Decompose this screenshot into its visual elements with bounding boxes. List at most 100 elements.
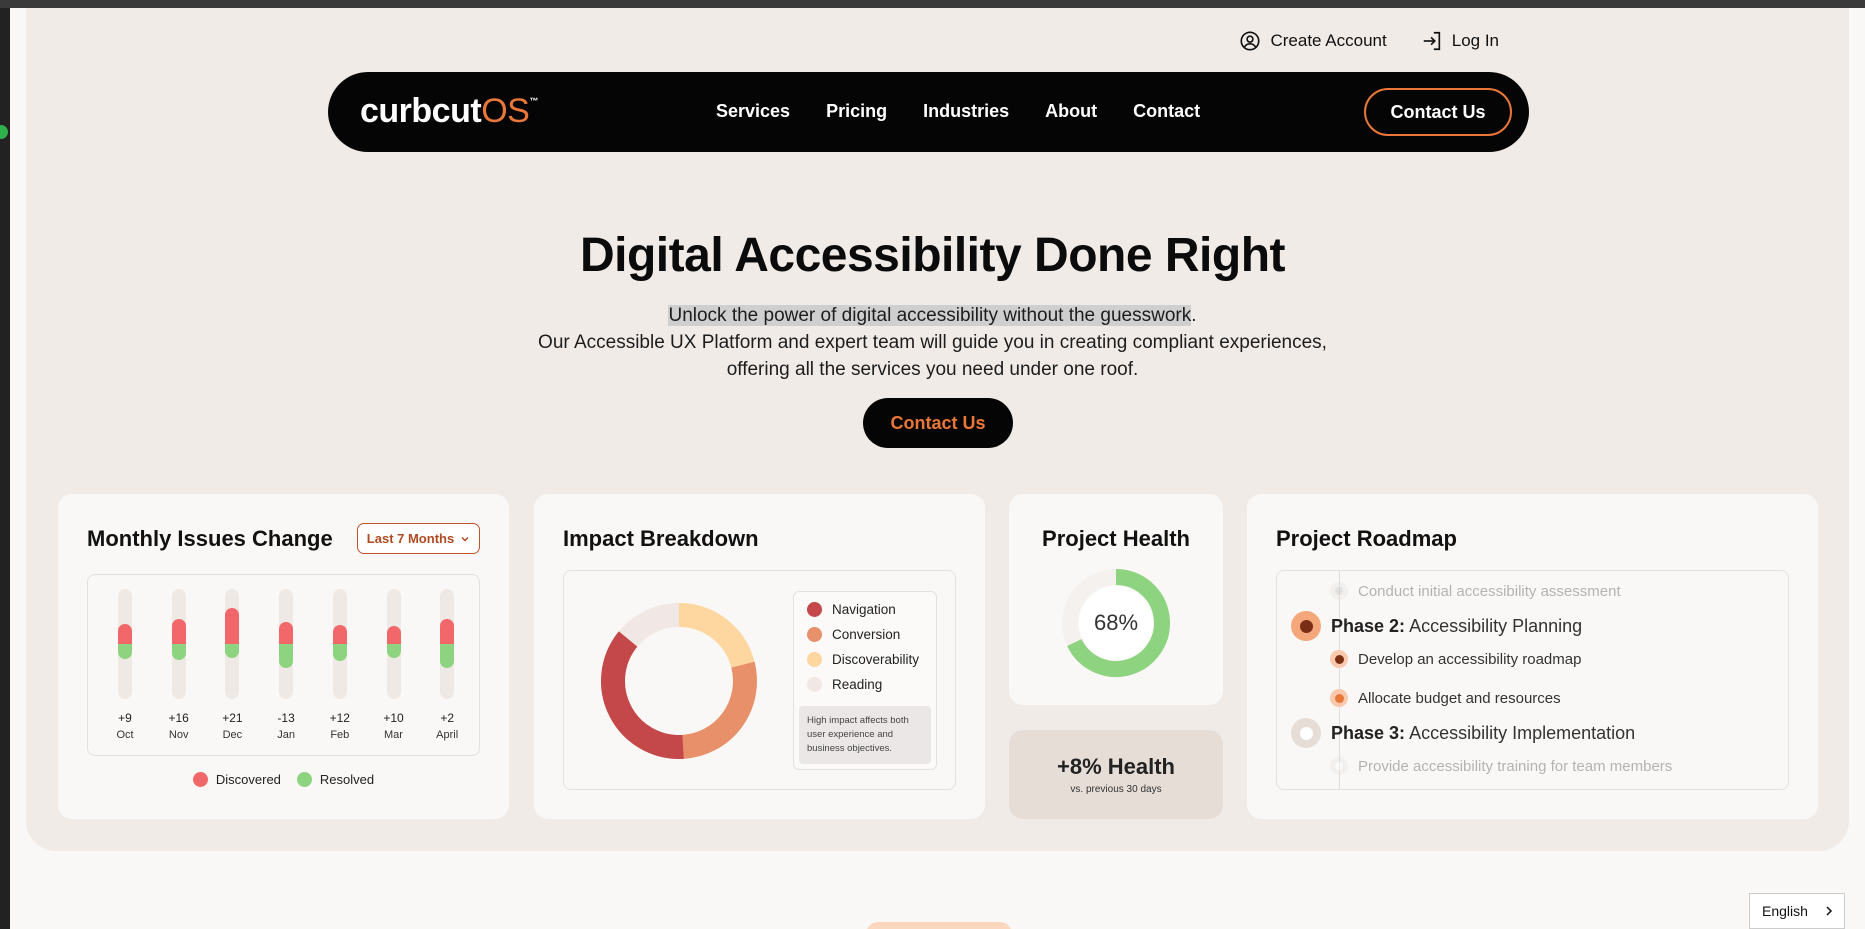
bar-change-label: +2 bbox=[440, 711, 455, 725]
nav-links: Services Pricing Industries About Contac… bbox=[716, 101, 1200, 122]
task-dot-icon bbox=[1330, 650, 1348, 668]
phase-2-name: Accessibility Planning bbox=[1409, 615, 1583, 636]
nav-link-services[interactable]: Services bbox=[716, 101, 790, 122]
logo-text-main: curbcut bbox=[360, 92, 482, 130]
impact-donut-chart bbox=[601, 603, 757, 759]
monthly-bars-chart: +9 Oct +16 Nov +21 Dec -13 Jan +12 Feb +10 Mar +2 Apr… bbox=[87, 574, 480, 756]
language-selector[interactable]: English bbox=[1749, 893, 1845, 929]
bar-discovered bbox=[440, 619, 455, 644]
legend-navigation-label: Navigation bbox=[832, 602, 896, 617]
impact-chart-box: Navigation Conversion Discoverability Re… bbox=[563, 570, 956, 790]
bar-discovered bbox=[332, 625, 347, 644]
log-in-label: Log In bbox=[1451, 31, 1499, 50]
bar-resolved bbox=[225, 644, 240, 658]
logo-trademark: ™ bbox=[529, 96, 538, 106]
hero-title: Digital Accessibility Done Right bbox=[579, 229, 1286, 282]
bar-discovered bbox=[279, 622, 294, 644]
bar-track bbox=[171, 589, 186, 699]
donut-slice-discoverability bbox=[678, 603, 755, 669]
legend-resolved: Resolved bbox=[319, 772, 375, 787]
nav-contact-us-button[interactable]: Contact Us bbox=[1364, 88, 1512, 136]
health-change-caption: vs. previous 30 days bbox=[1070, 784, 1162, 795]
bar-track bbox=[225, 589, 240, 699]
reading-swatch bbox=[807, 677, 822, 692]
language-label: English bbox=[1762, 903, 1808, 919]
chevron-down-icon bbox=[461, 536, 469, 542]
task-dot-icon bbox=[1330, 757, 1348, 775]
phase-3-name: Accessibility Implementation bbox=[1409, 722, 1636, 743]
roadmap-timeline: Conduct initial accessibility assessment… bbox=[1276, 570, 1789, 790]
period-dropdown[interactable]: Last 7 Months bbox=[357, 523, 480, 554]
navigation-swatch bbox=[807, 602, 822, 617]
task-label: Conduct initial accessibility assessment bbox=[1358, 582, 1621, 600]
nav-link-about[interactable]: About bbox=[1045, 101, 1097, 122]
monthly-issues-card: Monthly Issues Change Last 7 Months +9 Oc… bbox=[58, 494, 509, 819]
phase-3-heading: Phase 3: Accessibility Implementation bbox=[1331, 723, 1635, 744]
health-change-value: +8% Health bbox=[1057, 754, 1175, 779]
bar-change-label: -13 bbox=[277, 711, 295, 725]
donut-slice-reading bbox=[618, 603, 680, 647]
task-label: Develop an accessibility roadmap bbox=[1358, 650, 1582, 668]
hero-sub-highlighted: Unlock the power of digital accessibilit… bbox=[668, 305, 1192, 326]
roadmap-phase-2: Phase 2: Accessibility Planning bbox=[1291, 611, 1582, 641]
hero-sub-period: . bbox=[1191, 305, 1197, 326]
hero-subtitle: Unlock the power of digital accessibilit… bbox=[0, 302, 1865, 383]
bar-discovered bbox=[171, 619, 186, 644]
nav-link-contact[interactable]: Contact bbox=[1133, 101, 1200, 122]
bar-discovered bbox=[386, 626, 401, 644]
nav-link-pricing[interactable]: Pricing bbox=[826, 101, 887, 122]
monthly-legend: Discovered Resolved bbox=[58, 772, 509, 787]
window-top-bar bbox=[0, 0, 1865, 8]
task-dot-icon bbox=[1330, 582, 1348, 600]
impact-breakdown-card: Impact Breakdown Navigation Conversion D… bbox=[534, 494, 985, 819]
bar-month-label: April bbox=[436, 729, 459, 741]
logo-text-accent: OS bbox=[481, 92, 530, 130]
nav-link-industries[interactable]: Industries bbox=[923, 101, 1009, 122]
bar-resolved bbox=[279, 644, 294, 668]
monthly-issues-title: Monthly Issues Change bbox=[87, 526, 333, 551]
legend-item-discoverability: Discoverability bbox=[807, 652, 919, 667]
bar-month-label: Jan bbox=[277, 729, 295, 741]
bar-track bbox=[386, 589, 401, 699]
legend-item-navigation: Navigation bbox=[807, 602, 896, 617]
bar-resolved bbox=[171, 644, 186, 660]
bar-change-label: +10 bbox=[383, 711, 404, 725]
bar-discovered bbox=[225, 608, 240, 644]
project-roadmap-title: Project Roadmap bbox=[1276, 526, 1457, 551]
phase-2-label: Phase 2: bbox=[1331, 615, 1406, 636]
chevron-right-icon bbox=[1826, 906, 1833, 916]
bar-month-label: Dec bbox=[222, 729, 243, 741]
bar-track bbox=[440, 589, 455, 699]
discoverability-swatch bbox=[807, 652, 822, 667]
bar-month-label: Oct bbox=[116, 729, 134, 741]
legend-discoverability-label: Discoverability bbox=[832, 652, 920, 667]
phase-3-label: Phase 3: bbox=[1331, 722, 1406, 743]
roadmap-phase-3: Phase 3: Accessibility Implementation bbox=[1291, 718, 1635, 748]
hero-contact-us-button[interactable]: Contact Us bbox=[863, 398, 1013, 448]
log-in-link[interactable]: Log In bbox=[1421, 30, 1499, 52]
next-section-peek bbox=[866, 922, 1012, 929]
bar-resolved bbox=[332, 644, 347, 661]
bar-change-label: +21 bbox=[222, 711, 243, 725]
bar-resolved bbox=[118, 644, 132, 659]
account-links: Create Account Log In bbox=[1239, 30, 1499, 52]
bar-track bbox=[332, 589, 347, 699]
bar-discovered bbox=[118, 624, 132, 644]
phase-active-dot-icon bbox=[1291, 611, 1321, 641]
impact-legend: Navigation Conversion Discoverability Re… bbox=[793, 591, 937, 770]
impact-note: High impact affects both user experience… bbox=[799, 706, 931, 764]
legend-item-reading: Reading bbox=[807, 677, 882, 692]
period-dropdown-label: Last 7 Months bbox=[366, 531, 455, 546]
bar-change-label: +9 bbox=[118, 711, 132, 725]
legend-reading-label: Reading bbox=[832, 677, 883, 692]
task-label: Allocate budget and resources bbox=[1358, 689, 1561, 707]
roadmap-task: Conduct initial accessibility assessment bbox=[1330, 582, 1621, 600]
brand-logo[interactable]: curbcutOS™ bbox=[360, 92, 538, 131]
bar-resolved bbox=[386, 644, 401, 658]
roadmap-task: Allocate budget and resources bbox=[1330, 689, 1561, 707]
bar-resolved bbox=[440, 644, 455, 668]
roadmap-task: Provide accessibility training for team … bbox=[1330, 757, 1672, 775]
impact-breakdown-title: Impact Breakdown bbox=[563, 526, 759, 551]
create-account-link[interactable]: Create Account bbox=[1239, 30, 1387, 52]
bar-month-label: Nov bbox=[168, 729, 189, 741]
